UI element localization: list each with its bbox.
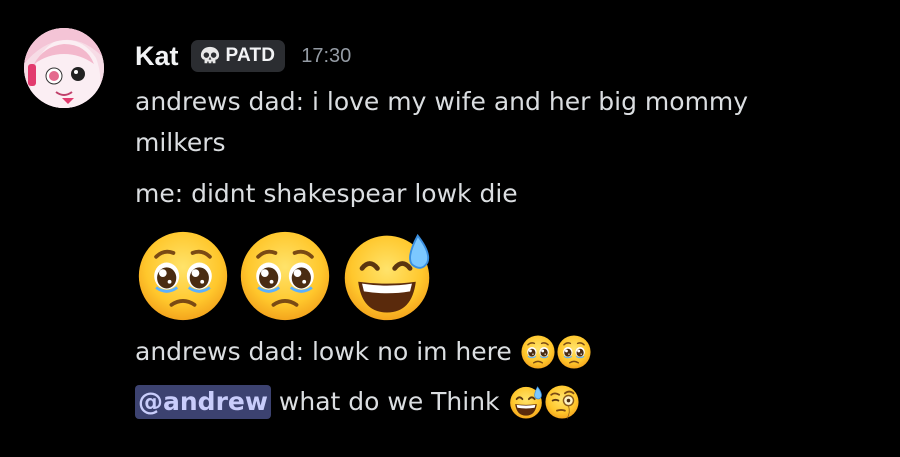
message-line: milkers [135,128,226,157]
message-line: andrews dad: lowk no im here [135,334,592,370]
message-line: @andrew what do we Think [135,384,580,420]
monocle-face-icon[interactable] [544,384,580,420]
guild-tag-label: PATD [225,45,276,66]
user-mention[interactable]: @andrew [135,385,271,419]
message-line: me: didnt shakespear lowk die [135,179,518,208]
username[interactable]: Kat [135,41,179,72]
grinning-sweat-face-icon[interactable] [339,228,435,324]
pleading-face-icon[interactable] [556,334,592,370]
message-line-text: andrews dad: lowk no im here [135,337,512,366]
avatar[interactable] [24,28,104,108]
pleading-face-icon[interactable] [520,334,556,370]
chat-message: Kat PATD 17:30 andrews dad: i love my wi… [0,0,900,457]
pleading-face-icon[interactable] [237,228,333,324]
pleading-face-icon[interactable] [135,228,231,324]
anime-avatar-image [24,28,104,108]
message-line: andrews dad: i love my wife and her big … [135,87,749,116]
skull-icon [199,46,221,66]
grinning-sweat-face-icon[interactable] [508,384,544,420]
guild-tag[interactable]: PATD [190,40,286,72]
message-line-text: what do we Think [270,387,500,416]
timestamp[interactable]: 17:30 [301,45,351,68]
message-header: Kat PATD 17:30 [135,36,351,76]
jumbo-emoji-row [135,228,435,324]
